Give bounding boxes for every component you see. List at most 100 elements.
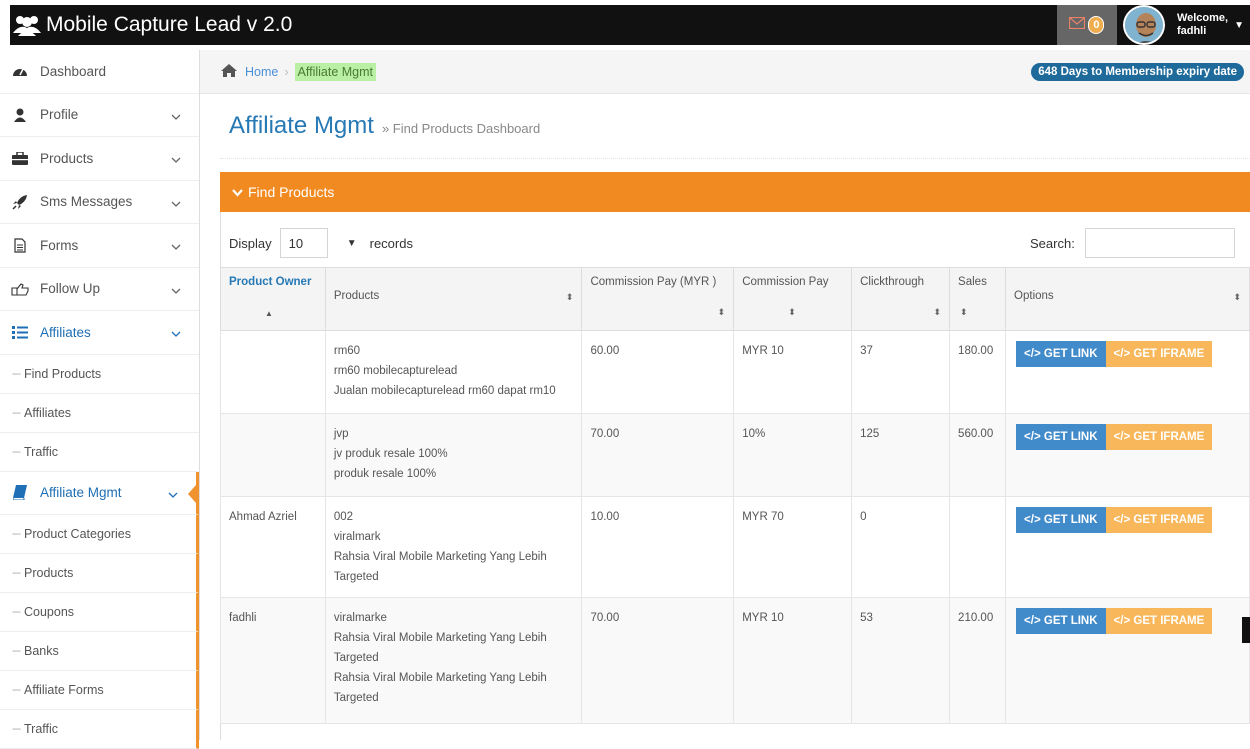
- code-icon: </>: [1113, 514, 1131, 526]
- product-line: rm60 mobilecapturelead: [333, 365, 458, 377]
- column-header-clickthrough[interactable]: Clickthrough ⬍: [851, 267, 951, 331]
- product-line: 002: [333, 511, 354, 523]
- button-label: GET LINK: [1043, 615, 1098, 627]
- subitem-label: Products: [24, 566, 74, 580]
- sidebar-item-label: Forms: [40, 237, 79, 253]
- product-line: jv produk resale 100%: [333, 448, 448, 460]
- header-label: Product Owner: [229, 276, 312, 288]
- get-iframe-button[interactable]: </> GET IFRAME: [1105, 608, 1213, 634]
- cell-options: </> GET LINK </> GET IFRAME: [1005, 413, 1250, 497]
- cell-owner: [220, 413, 326, 497]
- avatar[interactable]: [1122, 5, 1165, 45]
- subitem-label: Product Categories: [24, 527, 132, 541]
- header-label: Commission Pay (MYR ): [590, 276, 717, 288]
- username: fadhli: [1176, 25, 1207, 37]
- chevron-down-icon: [171, 152, 181, 167]
- user-menu[interactable]: Welcome, fadhli: [1177, 12, 1228, 38]
- sidebar-subitem-find-products[interactable]: --- Find Products: [0, 355, 199, 394]
- column-header-sales[interactable]: Sales ⬍: [949, 267, 1007, 331]
- get-link-button[interactable]: </> GET LINK: [1016, 424, 1106, 450]
- mail-count-badge: 0: [1088, 16, 1105, 34]
- product-line: Rahsia Viral Mobile Marketing Yang Lebih: [333, 632, 547, 644]
- breadcrumb-home-link[interactable]: Home: [245, 65, 278, 79]
- breadcrumb-separator: ›: [284, 64, 289, 79]
- product-line: viralmark: [333, 531, 381, 543]
- caret-down-icon[interactable]: ▼: [1234, 20, 1244, 31]
- get-iframe-button[interactable]: </> GET IFRAME: [1105, 341, 1213, 367]
- sidebar-item-sms-messages[interactable]: Sms Messages: [0, 181, 199, 224]
- sidebar-subitem-traffic-mgmt[interactable]: --- Traffic: [0, 710, 199, 749]
- records-per-page-select[interactable]: 10 ▼: [279, 228, 357, 258]
- cell-options: </> GET LINK </> GET IFRAME: [1005, 330, 1250, 414]
- product-line: viralmarke: [333, 612, 387, 624]
- sort-icon: ⬍: [788, 307, 796, 317]
- sidebar-subitem-product-categories[interactable]: --- Product Categories: [0, 515, 199, 554]
- sidebar-item-label: Products: [40, 150, 94, 166]
- sidebar-subitem-coupons[interactable]: --- Coupons: [0, 593, 199, 632]
- sidebar-item-follow-up[interactable]: Follow Up: [0, 268, 199, 311]
- breadcrumb: Home › Affiliate Mgmt 648 Days to Member…: [200, 50, 1250, 94]
- product-line: Rahsia Viral Mobile Marketing Yang Lebih: [333, 672, 547, 684]
- home-icon[interactable]: [221, 63, 237, 80]
- column-header-commission-pay[interactable]: Commission Pay ⬍: [733, 267, 853, 331]
- button-label: GET IFRAME: [1133, 615, 1205, 627]
- sort-icon: ⬍: [933, 307, 942, 317]
- cell-commission-myr: 70.00: [581, 597, 735, 724]
- get-iframe-button[interactable]: </> GET IFRAME: [1105, 424, 1213, 450]
- get-link-button[interactable]: </> GET LINK: [1016, 507, 1106, 533]
- sidebar-item-dashboard[interactable]: Dashboard: [0, 50, 199, 94]
- sidebar-subitem-products[interactable]: --- Products: [0, 554, 199, 593]
- sidebar-item-profile[interactable]: Profile: [0, 94, 199, 137]
- product-line: Rahsia Viral Mobile Marketing Yang Lebih: [333, 551, 547, 563]
- cell-products: jvp jv produk resale 100% produk resale …: [324, 413, 583, 497]
- chevron-down-icon: [232, 184, 243, 200]
- sidebar-item-products[interactable]: Products: [0, 137, 199, 181]
- sidebar-subitem-affiliate-forms[interactable]: --- Affiliate Forms: [0, 671, 199, 710]
- app-brand[interactable]: Mobile Capture Lead v 2.0: [12, 5, 292, 45]
- subitem-label: Affiliate Forms: [24, 683, 104, 697]
- subitem-label: Coupons: [24, 605, 75, 619]
- column-header-products[interactable]: Products ⬍: [324, 267, 583, 331]
- column-header-commission-myr[interactable]: Commission Pay (MYR ) ⬍: [581, 267, 735, 331]
- app-title: Mobile Capture Lead v 2.0: [46, 13, 293, 36]
- column-header-options[interactable]: Options ⬍: [1005, 267, 1250, 331]
- product-line: produk resale 100%: [333, 468, 437, 480]
- sort-asc-icon: ▲: [265, 309, 273, 318]
- chevron-down-icon: [171, 196, 181, 211]
- subitem-label: Traffic: [24, 444, 59, 459]
- code-icon: </>: [1024, 431, 1041, 443]
- sidebar-subitem-banks[interactable]: --- Banks: [0, 632, 199, 671]
- file-icon: [10, 238, 30, 253]
- header-label: Sales: [958, 276, 987, 288]
- sidebar-item-forms[interactable]: Forms: [0, 224, 199, 268]
- sidebar-item-affiliate-mgmt[interactable]: Affiliate Mgmt: [0, 471, 199, 515]
- get-link-button[interactable]: </> GET LINK: [1016, 608, 1106, 634]
- code-icon: </>: [1024, 615, 1041, 627]
- get-iframe-button[interactable]: </> GET IFRAME: [1105, 507, 1213, 533]
- records-label: records: [369, 235, 413, 251]
- sort-icon: ⬍: [960, 307, 968, 317]
- briefcase-icon: [10, 151, 30, 165]
- get-link-button[interactable]: </> GET LINK: [1016, 341, 1106, 367]
- button-label: GET IFRAME: [1133, 514, 1205, 526]
- tachometer-icon: [10, 64, 30, 78]
- sidebar-subitem-affiliates[interactable]: --- Affiliates: [0, 394, 199, 433]
- header-label: Commission Pay: [742, 276, 829, 288]
- table-row: Ahmad Azriel 002 viralmark Rahsia Viral …: [220, 496, 1250, 598]
- header-label: Options: [1014, 290, 1054, 302]
- cell-products: viralmarke Rahsia Viral Mobile Marketing…: [324, 597, 583, 724]
- envelope-icon: [1069, 16, 1086, 34]
- find-products-table: Product Owner ▲ Products ⬍ Commission Pay …: [220, 267, 1250, 724]
- find-products-widget-header[interactable]: Find Products: [220, 172, 1250, 212]
- button-label: GET IFRAME: [1133, 348, 1205, 360]
- messages-button[interactable]: 0: [1056, 5, 1117, 45]
- cell-owner: fadhli: [220, 597, 326, 724]
- sidebar-subitem-traffic[interactable]: --- Traffic: [0, 433, 199, 472]
- cell-sales: 210.00: [949, 597, 1007, 724]
- search-input[interactable]: [1084, 228, 1235, 258]
- sidebar-item-label: Sms Messages: [40, 194, 133, 210]
- sidebar-item-affiliates[interactable]: Affiliates: [0, 311, 199, 355]
- welcome-label: Welcome,: [1176, 12, 1229, 24]
- column-header-product-owner[interactable]: Product Owner ▲: [220, 267, 326, 331]
- top-navbar: Mobile Capture Lead v 2.0 0 Welcome, fad…: [0, 0, 1250, 50]
